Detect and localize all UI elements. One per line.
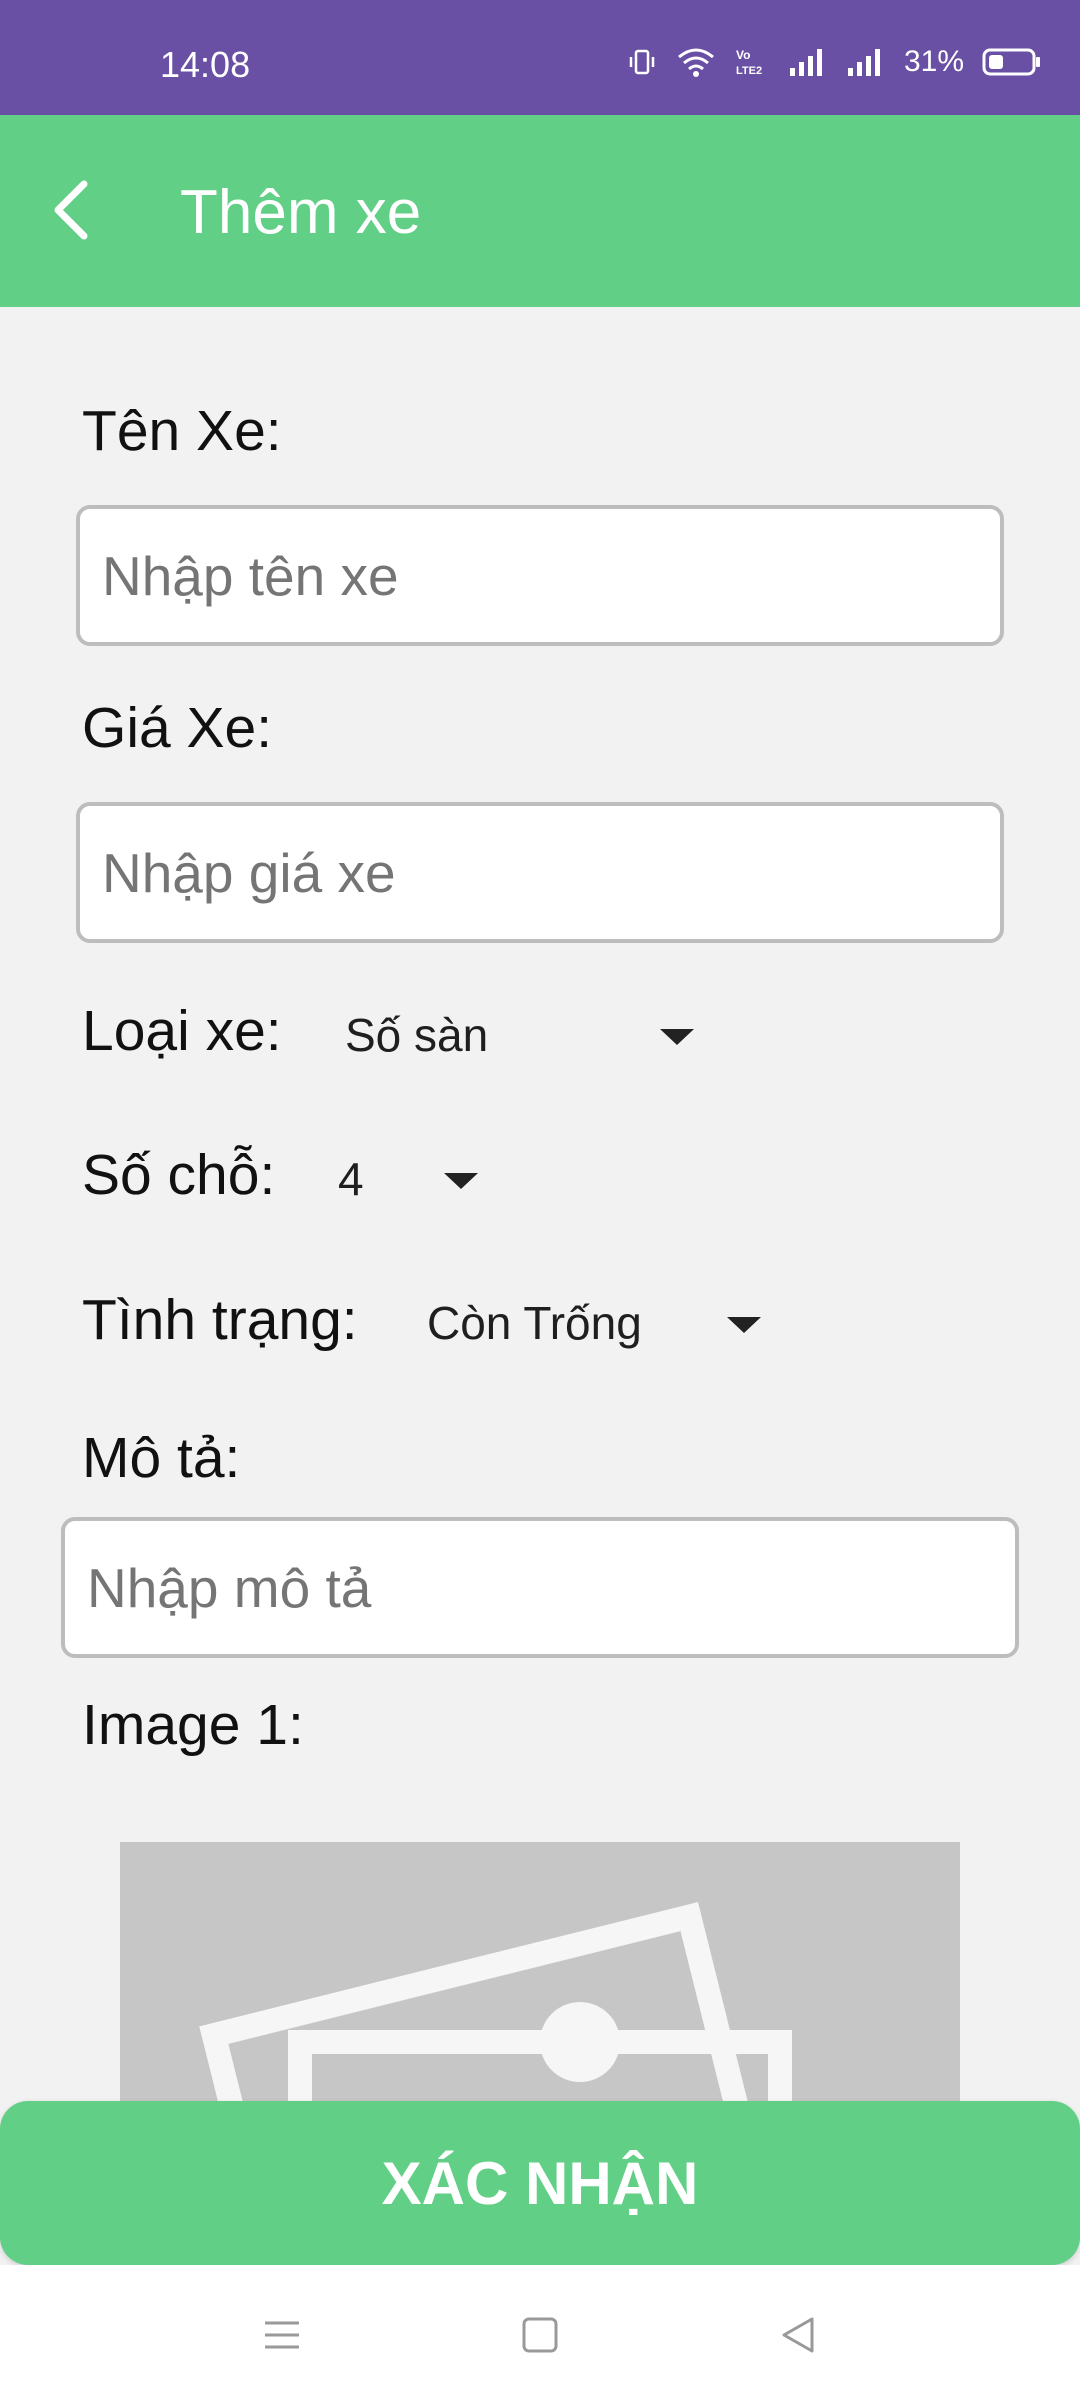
menu-icon [265,2321,299,2349]
chevron-left-icon [54,180,88,240]
battery-icon [982,48,1040,76]
vibrate-icon [629,49,655,75]
volte-icon: Vo LTE2 [736,48,762,77]
nav-menu-button[interactable] [242,2295,322,2375]
navigation-bar [0,2265,1080,2400]
image1-picker[interactable] [120,1842,960,2102]
dropdown-arrow-icon [444,1173,478,1189]
status-time: 14:08 [160,44,251,85]
car-name-label: Tên Xe: [82,399,282,463]
dropdown-arrow-icon [660,1029,694,1045]
image1-label: Image 1: [82,1693,304,1757]
car-name-input[interactable] [76,505,1004,646]
dropdown-arrow-icon [727,1317,761,1333]
back-triangle-icon [782,2317,814,2353]
car-type-label: Loại xe: [82,999,282,1063]
nav-back-button[interactable] [758,2295,838,2375]
description-label: Mô tả: [82,1426,241,1490]
confirm-button-label: XÁC NHẬN [381,2149,699,2217]
status-value: Còn Trống [427,1297,642,1349]
status-bar: 14:08 Vo LTE2 31% [0,0,1080,115]
status-icons: Vo LTE2 31% [626,42,1042,82]
svg-text:LTE2: LTE2 [736,65,762,77]
car-price-label: Giá Xe: [82,696,273,760]
image-placeholder-icon [199,1902,792,2102]
car-type-spinner[interactable]: Số sàn [345,1000,705,1070]
back-button[interactable] [30,170,110,250]
confirm-button[interactable]: XÁC NHẬN [0,2101,1080,2265]
signal-icon [789,49,822,76]
car-price-input[interactable] [76,802,1004,943]
seats-spinner[interactable]: 4 [338,1144,488,1214]
car-type-value: Số sàn [345,1009,489,1061]
app-bar: Thêm xe [0,115,1080,307]
status-spinner[interactable]: Còn Trống [427,1288,772,1358]
home-square-icon [522,2317,558,2353]
seats-label: Số chỗ: [82,1143,276,1207]
page-title: Thêm xe [180,178,422,247]
svg-text:Vo: Vo [736,48,750,62]
wifi-icon [678,48,714,77]
battery-percentage: 31% [903,45,964,78]
signal-icon [847,49,880,76]
status-label: Tình trạng: [82,1288,358,1352]
description-input[interactable] [61,1517,1019,1658]
nav-home-button[interactable] [500,2295,580,2375]
seats-value: 4 [338,1153,364,1205]
